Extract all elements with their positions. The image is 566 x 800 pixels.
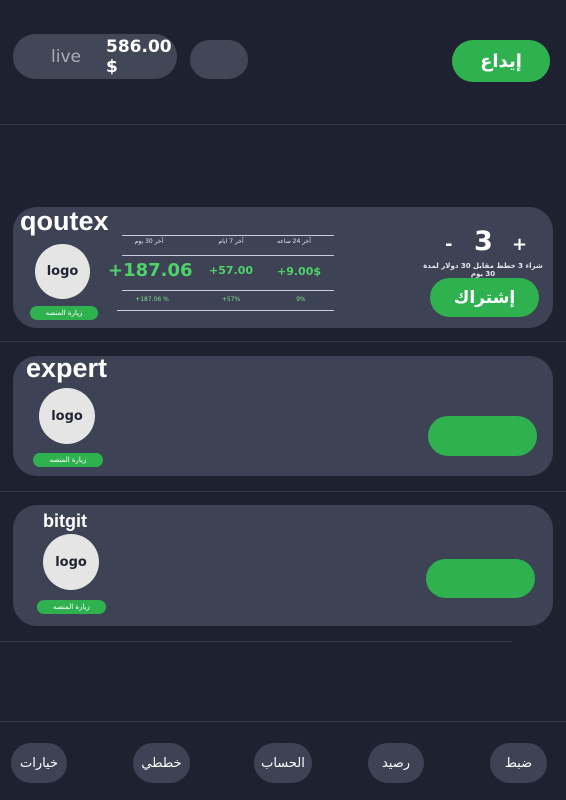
balance-pill[interactable]: live 586.00 $ (13, 34, 177, 79)
nav-balance[interactable]: رصيد (368, 743, 424, 783)
platform-name: expert (26, 353, 108, 383)
visit-platform-button[interactable]: زيارة المنصه (37, 600, 106, 614)
stat-percent-30d: +187.06 % (135, 296, 169, 303)
account-mode-label: live (51, 46, 81, 67)
nav-account[interactable]: الحساب (254, 743, 312, 783)
divider (0, 341, 566, 342)
visit-platform-button[interactable]: زيارة المنصه (30, 306, 98, 320)
stats-line-bottom (117, 310, 334, 311)
stats-line-lower (122, 290, 334, 291)
divider (0, 124, 566, 125)
divider (0, 491, 566, 492)
stats-line-top (122, 235, 334, 236)
platform-logo: logo (43, 534, 99, 590)
platform-logo: logo (35, 244, 90, 299)
increment-button[interactable]: + (512, 234, 527, 255)
divider (0, 641, 512, 642)
plan-description: شراء 3 خطط مقابل 30 دولار لمدة 30 يوم (423, 262, 543, 278)
stat-header-30d: آخر 30 يوم (134, 238, 164, 245)
stat-percent-7d: +57% (221, 296, 241, 303)
stats-line-mid (122, 255, 334, 256)
nav-my-plans[interactable]: خططي (133, 743, 190, 783)
platform-logo: logo (39, 388, 95, 444)
platform-name: qoutex (20, 206, 109, 236)
subscribe-button[interactable]: إشتراك (430, 278, 539, 317)
balance-amount: 586.00 $ (106, 36, 172, 77)
deposit-button[interactable]: إيداع (452, 40, 550, 82)
stat-percent-24h: 9% (296, 296, 306, 303)
stat-header-7d: آخر 7 ايام (218, 238, 244, 245)
plan-count: 3 (474, 226, 493, 257)
subscribe-button[interactable] (426, 559, 535, 598)
subscribe-button[interactable] (428, 416, 537, 456)
nav-settings[interactable]: ضبط (490, 743, 547, 783)
decrement-button[interactable]: - (445, 234, 452, 255)
stat-header-24h: آخر 24 ساعه (277, 238, 311, 245)
blank-toggle-button[interactable] (190, 40, 248, 79)
stat-value-7d: +57.00 (208, 264, 253, 277)
nav-options[interactable]: خيارات (11, 743, 67, 783)
platform-name: bitgit (43, 511, 87, 531)
visit-platform-button[interactable]: زيارة المنصه (33, 453, 103, 467)
divider (0, 721, 566, 722)
stat-value-30d: +187.06 (108, 260, 193, 281)
stat-value-24h: +9.00$ (276, 265, 321, 278)
